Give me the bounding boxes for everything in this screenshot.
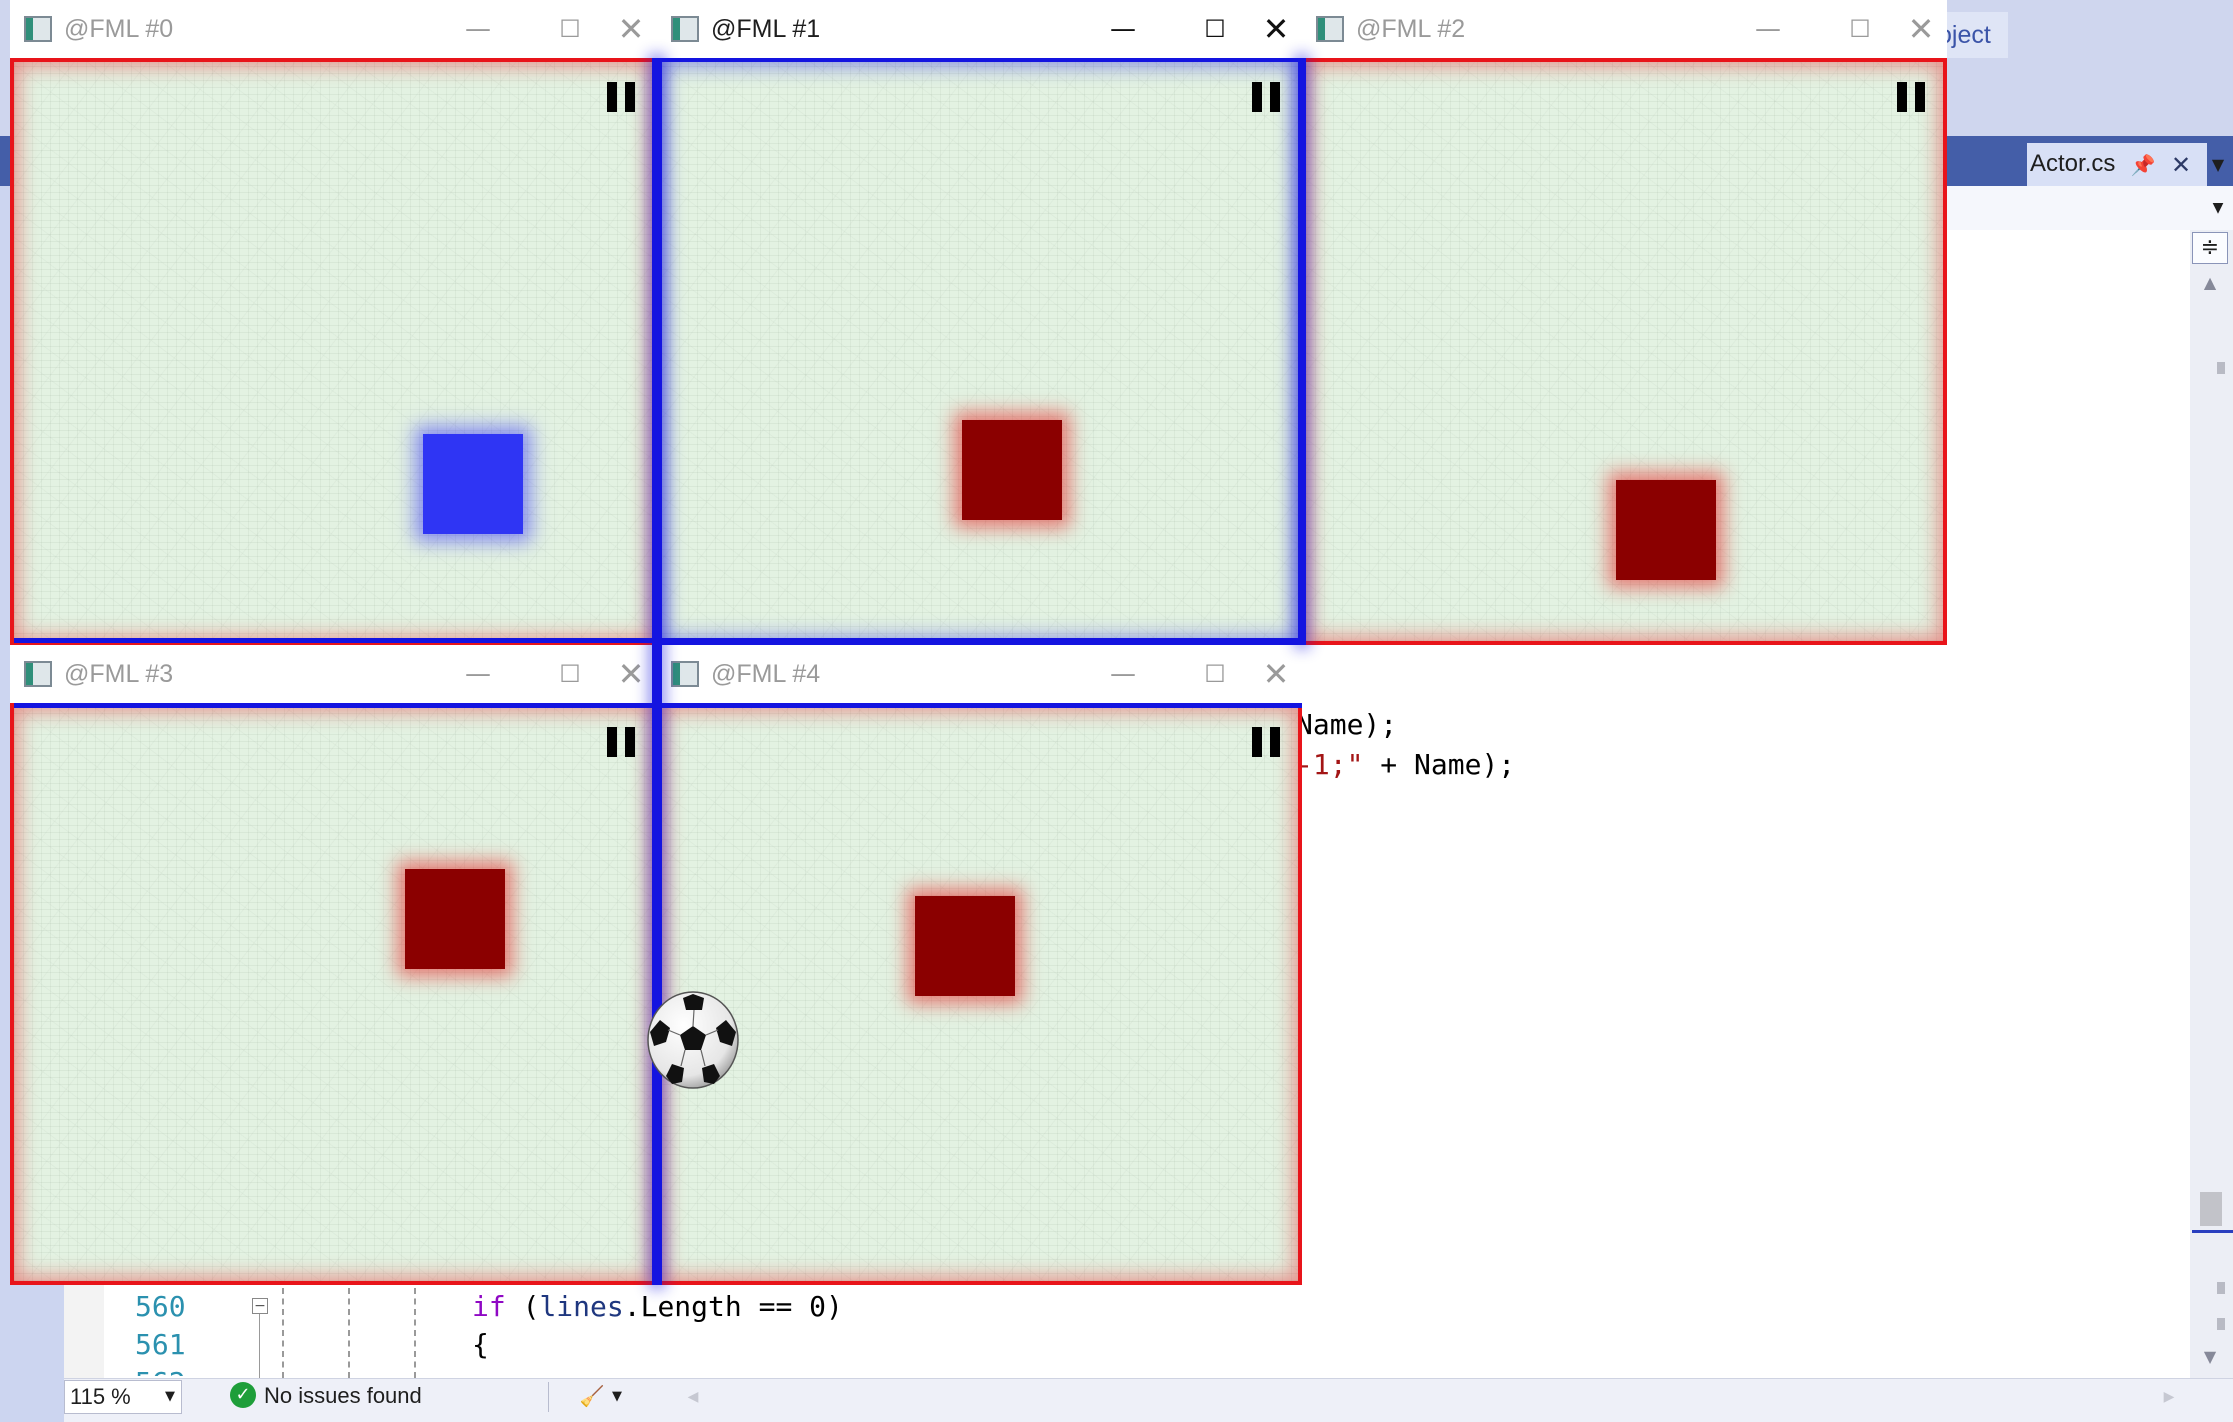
identifier: lines bbox=[539, 1290, 624, 1323]
code-text: + Name); bbox=[1363, 748, 1516, 781]
minimize-icon[interactable]: — bbox=[1744, 10, 1792, 48]
line-number: 560 bbox=[135, 1290, 186, 1323]
actor-square bbox=[405, 869, 505, 969]
fml-window-4[interactable]: @FML #4 — ☐ ✕ bbox=[657, 645, 1302, 1285]
close-icon[interactable]: ✕ bbox=[607, 655, 655, 693]
code-line: { bbox=[472, 1328, 489, 1361]
zoom-level: 115 % bbox=[70, 1384, 131, 1409]
game-canvas[interactable] bbox=[1302, 58, 1947, 645]
tab-actor-cs-label: Actor.cs bbox=[2030, 150, 2116, 177]
fml-window-2[interactable]: @FML #2 — ☐ ✕ bbox=[1302, 0, 1947, 645]
code-cleanup-icon[interactable]: 🧹 bbox=[578, 1382, 606, 1410]
close-icon[interactable]: ✕ bbox=[1252, 655, 1300, 693]
code-text: .Length == 0) bbox=[623, 1290, 843, 1323]
scroll-left-icon[interactable]: ◀ bbox=[684, 1384, 702, 1410]
fold-line bbox=[259, 1314, 260, 1378]
window-titlebar[interactable]: @FML #1 — ☐ ✕ bbox=[657, 0, 1302, 59]
pause-icon[interactable] bbox=[607, 727, 637, 757]
window-titlebar[interactable]: @FML #3 — ☐ ✕ bbox=[10, 645, 657, 704]
fml-window-1[interactable]: @FML #1 — ☐ ✕ bbox=[657, 0, 1302, 645]
indent-guide bbox=[282, 1288, 284, 1378]
window-seam bbox=[14, 703, 1302, 708]
indent-guide bbox=[348, 1288, 350, 1378]
window-titlebar[interactable]: @FML #2 — ☐ ✕ bbox=[1302, 0, 1947, 59]
window-seam bbox=[1298, 58, 1306, 645]
scroll-map-marker bbox=[2217, 1318, 2225, 1330]
line-number: 562 bbox=[135, 1366, 186, 1376]
app-icon bbox=[24, 16, 52, 42]
minimize-icon[interactable]: — bbox=[1099, 655, 1147, 693]
game-canvas[interactable] bbox=[10, 58, 657, 645]
check-circle-icon[interactable]: ✓ bbox=[230, 1382, 256, 1408]
minimize-icon[interactable]: — bbox=[454, 10, 502, 48]
game-canvas[interactable] bbox=[657, 703, 1302, 1285]
window-seam bbox=[652, 58, 662, 1285]
collapse-icon[interactable]: − bbox=[252, 1298, 268, 1314]
scroll-up-icon[interactable]: ▲ bbox=[2196, 270, 2224, 296]
maximize-icon[interactable]: ☐ bbox=[1836, 10, 1884, 48]
actor-square bbox=[915, 896, 1015, 996]
chevron-down-icon[interactable]: ▼ bbox=[160, 1384, 180, 1410]
window-title: @FML #4 bbox=[711, 660, 821, 688]
app-icon bbox=[24, 661, 52, 687]
close-icon[interactable]: ✕ bbox=[607, 10, 655, 48]
pause-icon[interactable] bbox=[1252, 82, 1282, 112]
string-literal: -1;" bbox=[1296, 748, 1364, 781]
pause-icon[interactable] bbox=[1897, 82, 1927, 112]
pause-icon[interactable] bbox=[607, 82, 637, 112]
code-line: if (lines.Length == 0) bbox=[472, 1290, 843, 1323]
scroll-right-icon[interactable]: ▶ bbox=[2160, 1384, 2178, 1410]
maximize-icon[interactable]: ☐ bbox=[546, 655, 594, 693]
maximize-icon[interactable]: ☐ bbox=[1191, 655, 1239, 693]
scroll-down-icon[interactable]: ▼ bbox=[2196, 1344, 2224, 1370]
caret-position-marker bbox=[2192, 1230, 2233, 1233]
actor-square bbox=[962, 420, 1062, 520]
window-seam bbox=[14, 638, 1302, 643]
app-icon bbox=[671, 661, 699, 687]
indent-guide bbox=[414, 1288, 416, 1378]
fml-window-0[interactable]: @FML #0 — ☐ ✕ bbox=[10, 0, 657, 645]
window-title: @FML #2 bbox=[1356, 15, 1466, 43]
issues-status[interactable]: No issues found bbox=[264, 1380, 504, 1412]
pause-icon[interactable] bbox=[1252, 727, 1282, 757]
close-icon[interactable]: ✕ bbox=[1897, 10, 1945, 48]
window-titlebar[interactable]: @FML #0 — ☐ ✕ bbox=[10, 0, 657, 59]
chevron-down-icon[interactable]: ▼ bbox=[608, 1384, 626, 1410]
actor-square bbox=[423, 434, 523, 534]
scrollbar-thumb[interactable] bbox=[2200, 1192, 2222, 1226]
maximize-icon[interactable]: ☐ bbox=[546, 10, 594, 48]
split-editor-icon[interactable]: ≑ bbox=[2192, 232, 2228, 264]
scroll-map-marker bbox=[2217, 1282, 2225, 1294]
window-title: @FML #1 bbox=[711, 15, 821, 43]
app-icon bbox=[671, 16, 699, 42]
keyword: if bbox=[472, 1290, 506, 1323]
minimize-icon[interactable]: — bbox=[1099, 10, 1147, 48]
soccer-ball-icon bbox=[647, 991, 739, 1089]
window-title: @FML #3 bbox=[64, 660, 174, 688]
close-icon[interactable]: ✕ bbox=[2166, 150, 2196, 180]
app-icon bbox=[1316, 16, 1344, 42]
tab-list-dropdown-icon[interactable]: ▼ bbox=[2206, 150, 2230, 180]
code-text: ( bbox=[505, 1290, 540, 1323]
fml-window-3[interactable]: @FML #3 — ☐ ✕ bbox=[10, 645, 657, 1285]
code-fragment: Name); bbox=[1296, 708, 1398, 741]
window-title: @FML #0 bbox=[64, 15, 174, 43]
pin-icon[interactable]: 📌 bbox=[2128, 150, 2158, 180]
scroll-map-marker bbox=[2217, 362, 2225, 374]
close-icon[interactable]: ✕ bbox=[1252, 10, 1300, 48]
chevron-down-icon[interactable]: ▼ bbox=[2206, 196, 2230, 220]
maximize-icon[interactable]: ☐ bbox=[1191, 10, 1239, 48]
divider bbox=[548, 1382, 549, 1412]
game-canvas[interactable] bbox=[10, 703, 657, 1285]
game-canvas[interactable] bbox=[657, 58, 1302, 645]
line-number: 561 bbox=[135, 1328, 186, 1361]
code-fragment: -1;" + Name); bbox=[1296, 748, 1515, 781]
actor-square bbox=[1616, 480, 1716, 580]
window-titlebar[interactable]: @FML #4 — ☐ ✕ bbox=[657, 645, 1302, 704]
minimize-icon[interactable]: — bbox=[454, 655, 502, 693]
